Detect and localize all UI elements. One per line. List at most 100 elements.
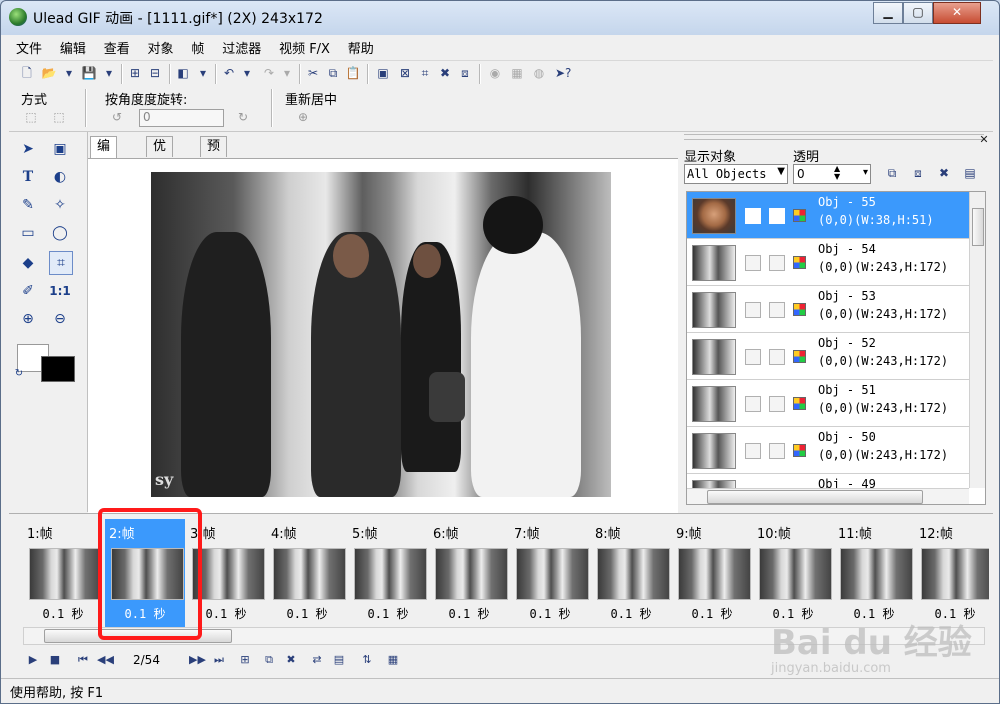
frame-image[interactable]: sy	[151, 172, 611, 497]
rotate-angle-input[interactable]: 0	[139, 109, 224, 127]
menu-filter[interactable]: 过滤器	[215, 36, 268, 58]
open-folder-icon[interactable]: 📂	[41, 65, 57, 81]
crop-tool-icon[interactable]: ⌗	[49, 251, 73, 275]
object-properties-icon[interactable]: ▤	[962, 165, 978, 181]
menu-frame[interactable]: 帧	[184, 36, 211, 58]
save-icon[interactable]: 💾	[81, 65, 97, 81]
object-list-vscroll[interactable]	[969, 192, 985, 488]
internet-icon[interactable]: ◉	[487, 65, 503, 81]
merge-icon[interactable]: ⧈	[457, 65, 473, 81]
add-images-icon[interactable]: ⊞	[127, 65, 143, 81]
frame-item[interactable]: 12:帧 0.1 秒	[915, 519, 989, 627]
tab-preview[interactable]: 预览	[200, 136, 228, 174]
menu-view[interactable]: 查看	[97, 36, 137, 58]
colorize-dropdown-icon[interactable]: ▾	[195, 65, 211, 81]
swap-colors-icon[interactable]: ↻	[11, 366, 27, 382]
recenter-icon[interactable]: ⊕	[295, 109, 311, 125]
last-frame-icon[interactable]: ⏭	[211, 652, 227, 668]
tween-icon[interactable]: ⇄	[309, 652, 325, 668]
optimize-icon[interactable]: ▦	[509, 65, 525, 81]
menu-edit[interactable]: 编辑	[53, 36, 93, 58]
frame-item[interactable]: 10:帧 0.1 秒	[753, 519, 833, 627]
delete-frame-icon[interactable]: ⊠	[397, 65, 413, 81]
zoom-out-icon[interactable]: ⊖	[49, 308, 71, 330]
brush-tool-icon[interactable]: ✎	[17, 194, 39, 216]
delete-object-icon[interactable]: ✖	[437, 65, 453, 81]
undo-icon[interactable]: ↶	[221, 65, 237, 81]
web-preview-icon[interactable]: ◍	[531, 65, 547, 81]
close-button[interactable]: ✕	[933, 2, 981, 24]
canvas[interactable]: sy	[88, 158, 678, 513]
menu-object[interactable]: 对象	[141, 36, 181, 58]
rotate-cw-icon[interactable]: ↻	[235, 109, 251, 125]
frame-item[interactable]: 4:帧 0.1 秒	[267, 519, 347, 627]
mode-select-icon[interactable]: ⬚	[23, 109, 39, 125]
list-item[interactable]: Obj - 53 (0,0)(W:243,H:172)	[687, 286, 970, 333]
list-item[interactable]: Obj - 50 (0,0)(W:243,H:172)	[687, 427, 970, 474]
copy-icon[interactable]: ⧉	[325, 65, 341, 81]
minimize-button[interactable]: ▁	[873, 2, 903, 24]
transform-tool-icon[interactable]: ◐	[49, 166, 71, 188]
reverse-frames-icon[interactable]: ⇅	[359, 652, 375, 668]
fill-tool-icon[interactable]: ◆	[17, 252, 39, 274]
frame-item[interactable]: 9:帧 0.1 秒	[672, 519, 752, 627]
previous-frame-icon[interactable]: ◀◀	[97, 652, 114, 668]
frame-properties-icon[interactable]: ▦	[385, 652, 401, 668]
object-list-hscroll[interactable]	[687, 488, 969, 504]
frame-item[interactable]: 1:帧 0.1 秒	[23, 519, 103, 627]
frame-item[interactable]: 6:帧 0.1 秒	[429, 519, 509, 627]
delete-frame-icon[interactable]: ✖	[283, 652, 299, 668]
object-list[interactable]: Obj - 55 (0,0)(W:38,H:51) Obj - 54 (0,0)…	[686, 191, 986, 505]
export-icon[interactable]: ⊟	[147, 65, 163, 81]
lasso-tool-icon[interactable]: ◯	[49, 222, 71, 244]
open-dropdown-icon[interactable]: ▾	[61, 65, 77, 81]
play-icon[interactable]: ▶	[25, 652, 41, 668]
list-item[interactable]: Obj - 51 (0,0)(W:243,H:172)	[687, 380, 970, 427]
mode-fit-icon[interactable]: ⬚	[51, 109, 67, 125]
menu-help[interactable]: 帮助	[341, 36, 381, 58]
text-tool-icon[interactable]: T	[17, 166, 39, 188]
object-filter-select[interactable]: All Objects ▼	[684, 164, 788, 184]
add-frame-icon[interactable]: ⊞	[237, 652, 253, 668]
transparency-input[interactable]: 0 ▲ ▼ ▾	[793, 164, 871, 184]
list-item[interactable]: Obj - 52 (0,0)(W:243,H:172)	[687, 333, 970, 380]
magic-wand-tool-icon[interactable]: ✧	[49, 194, 71, 216]
panel-close-icon[interactable]: ✕	[976, 132, 992, 148]
foreground-color-swatch[interactable]	[41, 356, 75, 382]
marquee-tool-icon[interactable]: ▣	[49, 138, 71, 160]
menu-video-fx[interactable]: 视频 F/X	[272, 36, 337, 58]
chevron-down-icon[interactable]: ▾	[863, 167, 868, 178]
new-object-icon[interactable]: ⧉	[884, 165, 900, 181]
colorize-icon[interactable]: ◧	[175, 65, 191, 81]
rotate-ccw-icon[interactable]: ↺	[109, 109, 125, 125]
undo-dropdown-icon[interactable]: ▾	[239, 65, 255, 81]
crop-icon[interactable]: ⌗	[417, 65, 433, 81]
tab-edit[interactable]: 编辑	[90, 136, 118, 174]
cut-icon[interactable]: ✂	[305, 65, 321, 81]
eraser-tool-icon[interactable]: ▭	[17, 222, 39, 244]
save-dropdown-icon[interactable]: ▾	[101, 65, 117, 81]
tab-optimize[interactable]: 优化	[146, 136, 174, 174]
delete-object-icon[interactable]: ✖	[936, 165, 952, 181]
frame-item[interactable]: 7:帧 0.1 秒	[510, 519, 590, 627]
list-item[interactable]: Obj - 55 (0,0)(W:38,H:51)	[687, 192, 970, 239]
list-item[interactable]: Obj - 54 (0,0)(W:243,H:172)	[687, 239, 970, 286]
zoom-in-icon[interactable]: ⊕	[17, 308, 39, 330]
spinner-icon[interactable]: ▲ ▼	[834, 165, 840, 181]
maximize-button[interactable]: ▢	[903, 2, 933, 24]
context-help-icon[interactable]: ➤?	[555, 65, 571, 81]
redo-icon[interactable]: ↷	[261, 65, 277, 81]
actual-size-icon[interactable]: 1:1	[49, 280, 71, 302]
banner-text-icon[interactable]: ▤	[331, 652, 347, 668]
duplicate-frame-icon[interactable]: ⧉	[261, 652, 277, 668]
next-frame-icon[interactable]: ▶▶	[189, 652, 206, 668]
frame-properties-icon[interactable]: ▣	[375, 65, 391, 81]
menu-file[interactable]: 文件	[9, 36, 49, 58]
vscroll-thumb[interactable]	[972, 208, 984, 246]
frame-item[interactable]: 8:帧 0.1 秒	[591, 519, 671, 627]
frame-item[interactable]: 5:帧 0.1 秒	[348, 519, 428, 627]
pick-tool-icon[interactable]: ➤	[17, 138, 39, 160]
frame-item[interactable]: 11:帧 0.1 秒	[834, 519, 914, 627]
hscroll-thumb[interactable]	[707, 490, 923, 504]
duplicate-object-icon[interactable]: ⧈	[910, 165, 926, 181]
